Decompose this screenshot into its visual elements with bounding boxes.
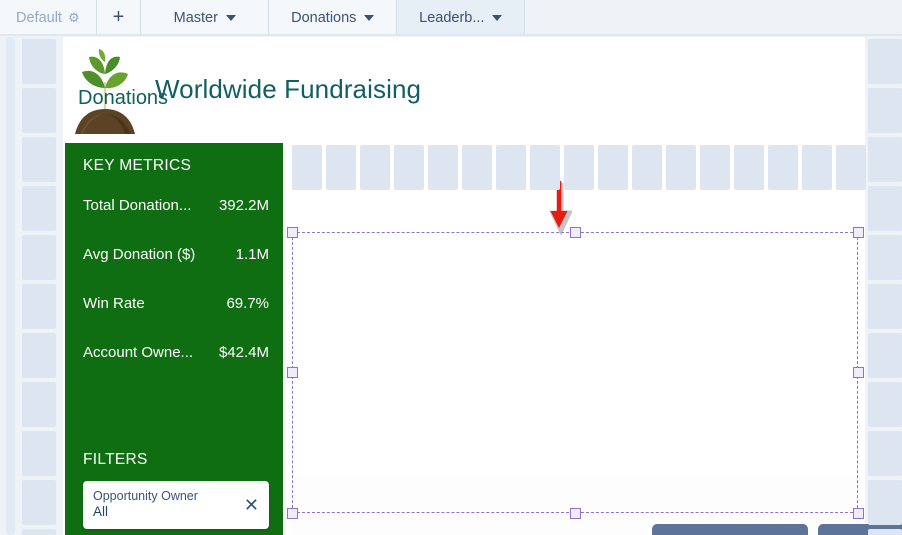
dashboard-page: Worldwide Fundraising KEY METRICS Total … [63,37,865,535]
grid-cell [22,39,56,84]
grid-cell [22,284,56,329]
grid-cell [22,382,56,427]
grid-cell [868,431,902,476]
grid-cell [22,480,56,525]
grid-cell [394,145,424,190]
widget-donations-title: Donations [78,87,169,109]
metric-row: Total Donation... 392.2M [83,197,269,214]
filters-heading: FILTERS [83,451,148,468]
dashboard-builder-app: Default ⚙ + Master Donations Leaderb... [0,0,902,535]
grid-cell [428,145,458,190]
metric-label: Win Rate [83,295,145,312]
grid-cell [22,235,56,280]
grid-cell [22,88,56,133]
grid-cell [868,186,902,231]
filter-chip-opportunity-owner[interactable]: Opportunity Owner All ✕ [83,481,269,529]
chevron-down-icon[interactable] [492,14,503,21]
dashboard-header: Worldwide Fundraising [63,37,865,142]
filter-chip-text: Opportunity Owner All [93,489,240,522]
grid-cell [22,333,56,378]
grid-cell [868,88,902,133]
metric-row: Account Owne... $42.4M [83,344,269,361]
grid-cell [868,235,902,280]
grid-cell [868,333,902,378]
page-title: Worldwide Fundraising [155,74,422,104]
filter-field-value: All [93,504,109,520]
grid-cell [22,529,56,535]
grid-cell [564,145,594,190]
grid-cell [22,137,56,182]
grid-cell [22,186,56,231]
canvas-scrollbar[interactable] [6,37,15,535]
gear-icon: ⚙ [67,9,80,25]
grid-cell [868,480,902,525]
dashboard-canvas[interactable]: Worldwide Fundraising KEY METRICS Total … [0,37,902,535]
grid-cell [868,137,902,182]
add-tab-label: + [112,6,125,28]
grid-cell [360,145,390,190]
grid-cell [530,145,560,190]
tab-bar: Default ⚙ + Master Donations Leaderb... [0,0,902,36]
metric-row: Avg Donation ($) 1.1M [83,246,269,263]
grid-cell [868,284,902,329]
grid-cell [598,145,628,190]
grid-cell [462,145,492,190]
grid-cell [734,145,764,190]
grid-cell [22,431,56,476]
editor-toolbar: Move/Add [652,524,902,535]
tab-default-label: Default [16,9,62,26]
close-icon[interactable]: ✕ [240,495,259,516]
grid-cell [868,382,902,427]
tab-leaderboard-label: Leaderb... [419,9,485,26]
metric-label: Total Donation... [83,197,192,214]
tab-master[interactable]: Master [141,0,270,35]
key-metrics-heading: KEY METRICS [83,157,192,174]
tab-donations-label: Donations [291,9,357,26]
grid-cell [292,145,322,190]
metric-row: Win Rate 69.7% [83,295,269,312]
move-add-button[interactable]: Move/Add [652,524,809,535]
metric-label: Avg Donation ($) [83,246,196,263]
metric-label: Account Owne... [83,344,194,361]
tab-master-label: Master [173,9,218,26]
grid-cell [768,145,798,190]
grid-cell [666,145,696,190]
chevron-down-icon[interactable] [364,14,375,21]
metric-value: 69.7% [226,295,269,312]
metric-value: $42.4M [218,344,269,361]
tab-default[interactable]: Default ⚙ [0,0,97,35]
key-metrics-panel: KEY METRICS Total Donation... 392.2M Avg… [65,143,283,535]
filter-field-name: Opportunity Owner [93,488,198,503]
chevron-down-icon[interactable] [225,14,236,21]
grid-cell [868,39,902,84]
tab-leaderboard[interactable]: Leaderb... [397,0,526,35]
widget-donations[interactable] [292,193,862,474]
grid-cell [632,145,662,190]
add-tab-button[interactable]: + [96,0,142,35]
grid-cell [700,145,730,190]
tab-bar-empty-space [525,0,902,35]
tab-donations[interactable]: Donations [269,0,398,35]
grid-cell [836,145,866,190]
grid-cell [326,145,356,190]
metric-value: 1.1M [235,246,269,263]
grid-cell [496,145,526,190]
metric-value: 392.2M [218,197,269,214]
grid-cell [868,529,902,535]
grid-cell [802,145,832,190]
